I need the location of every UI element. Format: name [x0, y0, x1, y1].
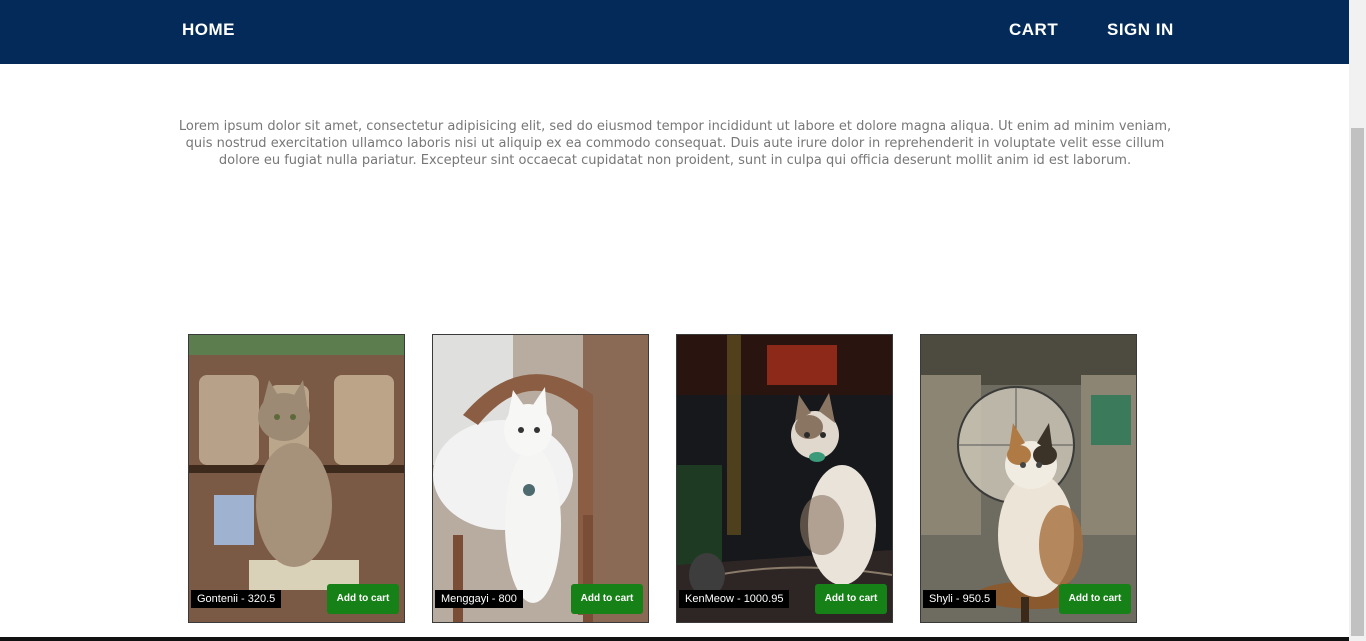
- scrollbar-thumb[interactable]: [1351, 128, 1364, 636]
- product-card: Shyli - 950.5 Add to cart: [920, 334, 1137, 623]
- product-card: KenMeow - 1000.95 Add to cart: [676, 334, 893, 623]
- product-caption: KenMeow - 1000.95: [679, 590, 790, 608]
- top-navbar: HOME CART SIGN IN: [0, 0, 1349, 64]
- add-to-cart-button[interactable]: Add to cart: [571, 584, 643, 614]
- cat-photo: [433, 335, 648, 622]
- vertical-scrollbar[interactable]: [1349, 0, 1366, 641]
- cat-photo: [921, 335, 1136, 622]
- add-to-cart-button[interactable]: Add to cart: [1059, 584, 1131, 614]
- add-to-cart-button[interactable]: Add to cart: [815, 584, 887, 614]
- intro-paragraph: Lorem ipsum dolor sit amet, consectetur …: [178, 119, 1172, 168]
- product-card: Menggayi - 800 Add to cart: [432, 334, 649, 623]
- nav-home-link[interactable]: HOME: [182, 20, 235, 40]
- product-caption: Gontenii - 320.5: [191, 590, 282, 608]
- nav-cart-link[interactable]: CART: [1009, 20, 1058, 40]
- page-bottom-edge: [0, 637, 1349, 641]
- cat-photo: [677, 335, 892, 622]
- add-to-cart-button[interactable]: Add to cart: [327, 584, 399, 614]
- product-caption: Menggayi - 800: [435, 590, 523, 608]
- nav-signin-link[interactable]: SIGN IN: [1107, 20, 1174, 40]
- cat-photo: [189, 335, 404, 622]
- product-card: Gontenii - 320.5 Add to cart: [188, 334, 405, 623]
- product-caption: Shyli - 950.5: [923, 590, 997, 608]
